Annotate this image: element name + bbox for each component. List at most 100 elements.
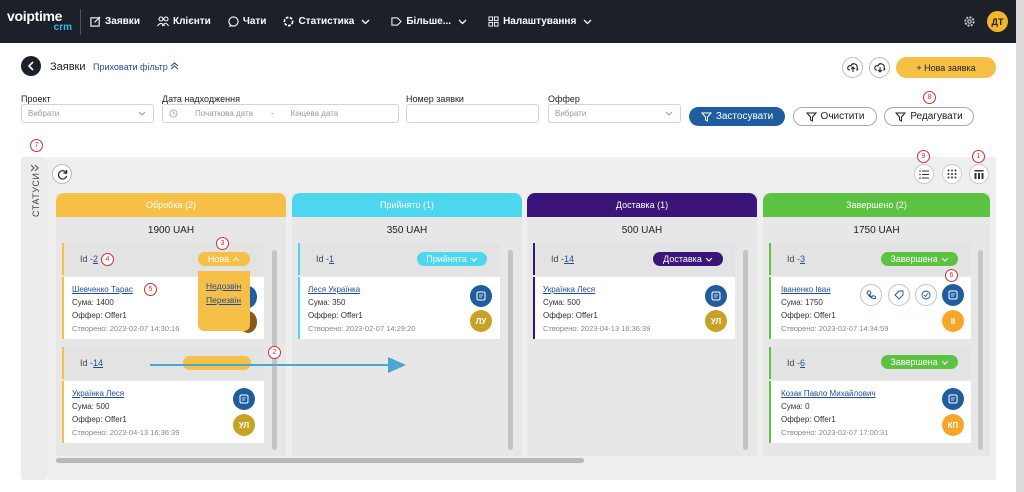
date-label: Дата надходження: [162, 94, 240, 104]
chevron-down-icon: [941, 257, 949, 262]
card-id-link[interactable]: 6: [800, 358, 805, 368]
clear-label: Очистити: [820, 111, 865, 122]
call-button[interactable]: [860, 284, 882, 306]
column-header[interactable]: Прийнято (1): [292, 193, 522, 217]
phone-icon: [866, 290, 876, 300]
logo[interactable]: voiptime crm: [0, 9, 80, 33]
nav-label: Клієнти: [172, 16, 211, 27]
request-card[interactable]: Козак Павло Михайлович Сума: 0 Оффер: Of…: [769, 381, 971, 443]
message-button[interactable]: [942, 284, 964, 306]
kanban-view-button[interactable]: [969, 164, 989, 184]
avatar[interactable]: ЛУ: [470, 310, 492, 332]
column-header[interactable]: Завершено (2): [763, 193, 990, 217]
card-id-link[interactable]: 14: [564, 254, 574, 264]
avatar[interactable]: КП: [942, 414, 964, 436]
date-end-placeholder: Кінцева дата: [290, 109, 339, 118]
status-dropdown[interactable]: Прийнята: [417, 252, 487, 266]
drag-arrow-annotation: [150, 357, 406, 373]
refresh-button[interactable]: [52, 164, 72, 184]
message-button[interactable]: [233, 388, 255, 410]
annotation-badge: 9: [917, 150, 930, 163]
clear-button[interactable]: Очистити: [793, 107, 877, 126]
column-scrollbar[interactable]: [508, 250, 513, 450]
upload-button[interactable]: [842, 57, 863, 78]
chevron-left-icon: [27, 61, 34, 71]
card-id-prefix: Id -: [316, 254, 330, 264]
chevron-down-icon: [705, 257, 713, 262]
download-button[interactable]: [869, 57, 890, 78]
column-header[interactable]: Доставка (1): [527, 193, 757, 217]
gear-icon[interactable]: [963, 15, 976, 28]
avatar[interactable]: УЛ: [233, 414, 255, 436]
chevrons-up-icon: [170, 62, 179, 70]
chevron-down-icon: [458, 19, 467, 24]
card-id-prefix: Id -: [787, 254, 801, 264]
nav-label: Більше...: [406, 16, 452, 27]
status-dropdown-toggle[interactable]: Нова: [198, 252, 250, 266]
column-header[interactable]: Обробка (2): [56, 193, 286, 217]
edit-icon: [90, 16, 101, 27]
status-dropdown[interactable]: Доставка: [653, 252, 723, 266]
cloud-download-icon: [873, 63, 885, 73]
back-button[interactable]: [21, 56, 41, 76]
top-navbar: voiptime crm Заявки Клієнти Чати Статист…: [0, 0, 1016, 43]
request-number-input[interactable]: [406, 104, 539, 123]
status-label: Прийнята: [426, 254, 467, 264]
card-id-link[interactable]: 2: [93, 254, 98, 264]
nav-item-settings[interactable]: Налаштування: [488, 16, 596, 27]
annotation-badge: 1: [972, 150, 985, 163]
card-id-link[interactable]: 1: [329, 254, 334, 264]
check-circle-icon: [921, 290, 931, 300]
date-range-input[interactable]: Початкова дата - Кінцева дата: [162, 104, 399, 123]
avatar[interactable]: ІІ: [942, 310, 964, 332]
column-scrollbar[interactable]: [978, 250, 983, 450]
user-avatar[interactable]: ДТ: [987, 11, 1008, 32]
clock-icon: [169, 109, 178, 118]
nav-item-statistics[interactable]: Статистика: [283, 16, 374, 27]
request-card[interactable]: Українка Леся Сума: 500 Оффер: Offer1 Ст…: [62, 381, 264, 443]
edit-filter-button[interactable]: Редагувати: [884, 107, 974, 126]
annotation-badge: 2: [268, 346, 281, 359]
nav-item-chats[interactable]: Чати: [228, 16, 267, 27]
column-scrollbar[interactable]: [743, 250, 748, 450]
avatar[interactable]: УЛ: [705, 310, 727, 332]
dropdown-option-missed-call[interactable]: Недозвін: [206, 279, 250, 293]
offer-select[interactable]: Вибрати: [548, 104, 681, 123]
nav-label: Заявки: [105, 16, 140, 27]
status-dropdown[interactable]: Завершена: [881, 355, 958, 369]
new-request-button[interactable]: + Нова заявка: [896, 57, 996, 78]
message-icon: [711, 291, 721, 301]
dropdown-option-call-back[interactable]: Перезвін: [206, 293, 250, 307]
project-select[interactable]: Вибрати: [21, 104, 154, 123]
confirm-button[interactable]: [915, 284, 937, 306]
board-horizontal-scrollbar[interactable]: [56, 458, 584, 463]
chat-icon: [228, 16, 239, 27]
card-id-link[interactable]: 3: [800, 254, 805, 264]
card-id-link[interactable]: 14: [93, 358, 103, 368]
grid-view-button[interactable]: [942, 164, 962, 184]
message-icon: [476, 291, 486, 301]
date-start-placeholder: Початкова дата: [195, 109, 253, 118]
status-label: Завершена: [890, 254, 938, 264]
nav-item-more[interactable]: Більше...: [391, 16, 471, 27]
message-button[interactable]: [942, 388, 964, 410]
nav-label: Чати: [242, 16, 267, 27]
request-card[interactable]: Леся Українка Сума: 350 Оффер: Offer1 Ст…: [298, 277, 500, 339]
column-title: Завершено (2): [846, 200, 907, 210]
apply-button[interactable]: Застосувати: [689, 107, 785, 126]
tag-button[interactable]: [888, 284, 910, 306]
message-button[interactable]: [470, 285, 492, 307]
card-id-prefix: Id -: [551, 254, 565, 264]
column-title: Прийнято (1): [380, 200, 434, 210]
hide-filter-link[interactable]: Приховати фільтр: [93, 62, 179, 72]
status-dropdown[interactable]: Завершена: [881, 252, 958, 266]
grid-icon: [488, 16, 499, 27]
message-button[interactable]: [705, 285, 727, 307]
list-view-button[interactable]: [914, 164, 934, 184]
window-scrollbar[interactable]: [1016, 0, 1024, 492]
nav-label: Статистика: [298, 16, 355, 27]
chevron-down-icon: [583, 19, 592, 24]
request-card[interactable]: Українка Леся Сума: 500 Оффер: Offer1 Ст…: [533, 277, 735, 339]
nav-item-clients[interactable]: Клієнти: [157, 16, 211, 27]
nav-item-requests[interactable]: Заявки: [90, 16, 140, 27]
